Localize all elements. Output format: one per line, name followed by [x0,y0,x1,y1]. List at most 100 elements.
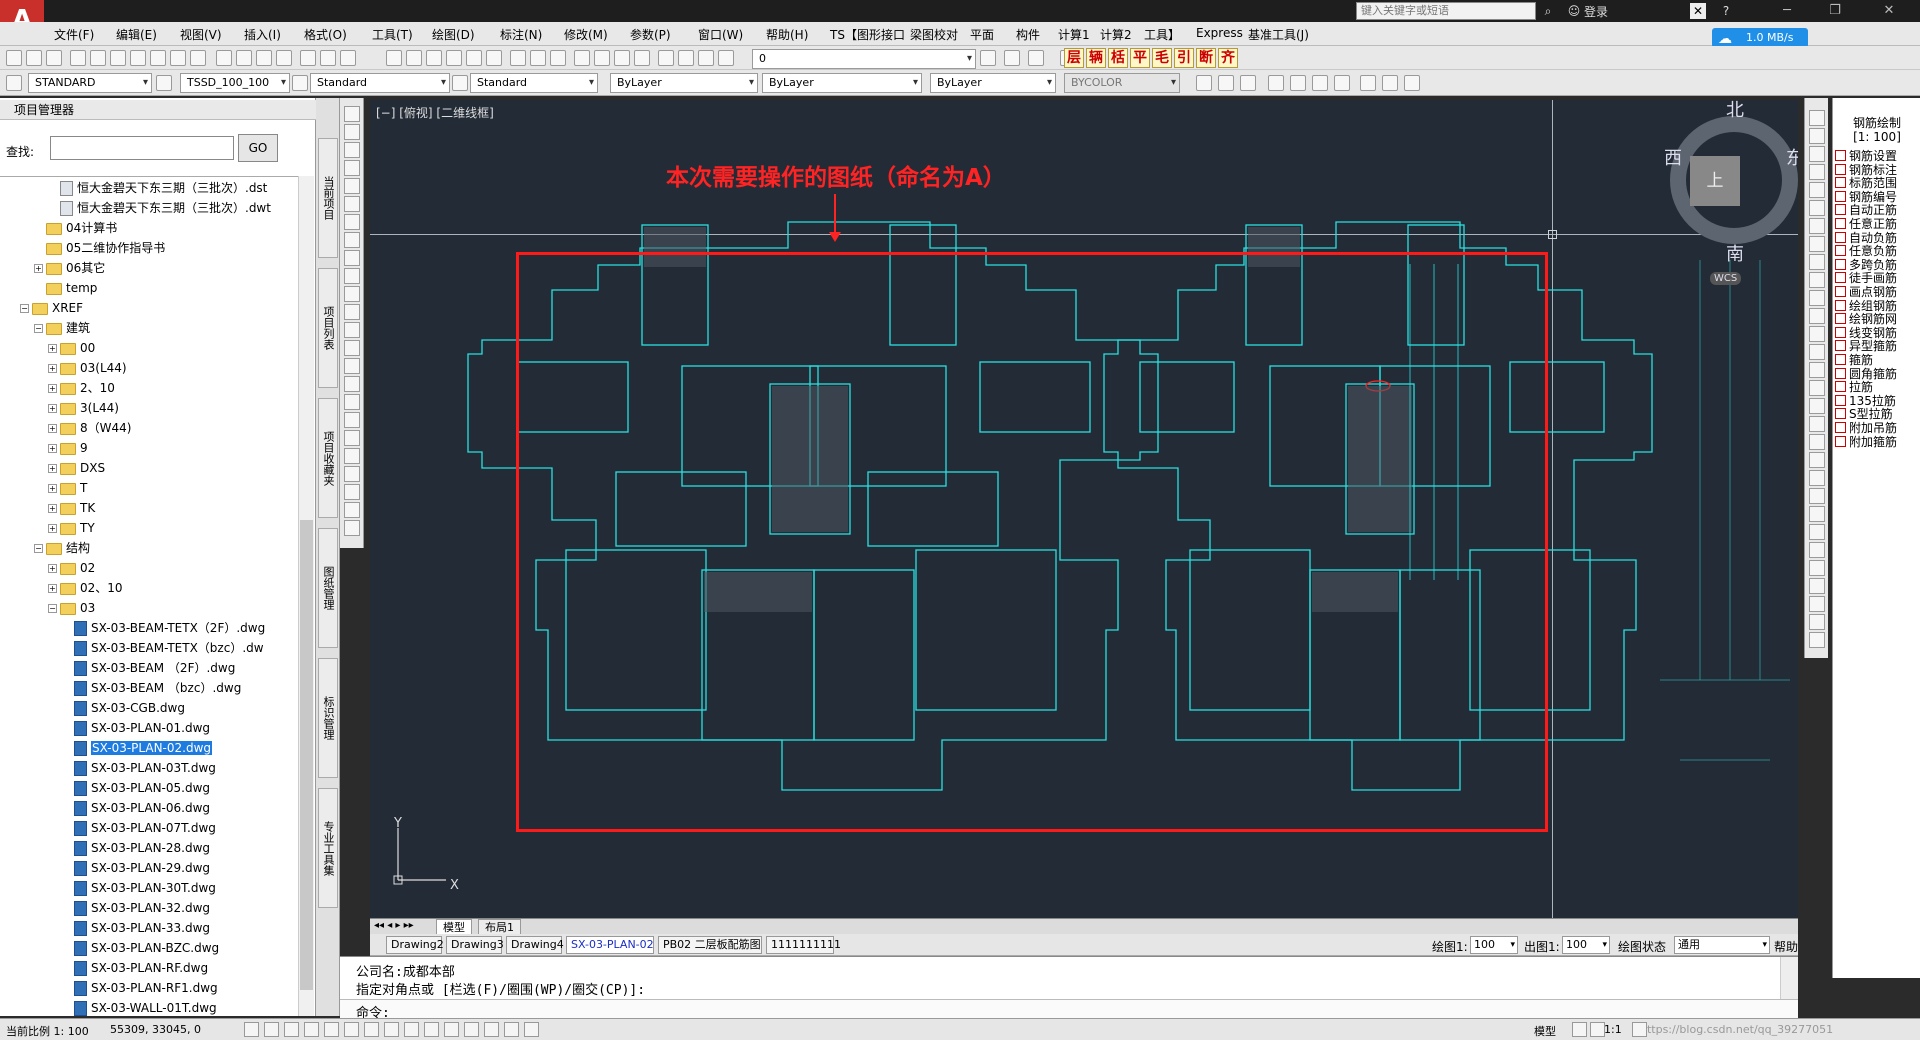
toolbar1-tool-6-icon[interactable] [130,50,146,66]
draw-tool-19-icon[interactable] [344,448,360,464]
tree-item[interactable]: SX-03-PLAN-RF1.dwg [62,979,218,997]
menu-item-7[interactable]: 标注(N) [500,26,542,43]
draw-tool-0-icon[interactable] [344,106,360,122]
vertical-tab-1[interactable]: 项目列表 [318,268,338,388]
draw-tool-8-icon[interactable] [344,250,360,266]
tssd-button-6[interactable]: 断 [1196,48,1216,68]
tree-item[interactable]: temp [34,279,97,297]
tree-expander-icon[interactable]: − [34,324,43,333]
menu-item-10[interactable]: 窗口(W) [698,26,743,43]
draw-tool-10-icon[interactable] [344,286,360,302]
rebar-item-14[interactable]: 异型箍筋 [1835,340,1919,353]
toolbar2-tool-7-icon[interactable] [1360,75,1376,91]
multileader-style-dropdown[interactable]: Standard [470,73,598,93]
help-icon[interactable]: ? [1718,3,1734,19]
menu-item-5[interactable]: 工具(T) [372,26,413,43]
close-button[interactable]: ✕ [1866,0,1912,22]
toolbar1-tool-4-icon[interactable] [90,50,106,66]
tree-item[interactable]: − XREF [20,299,83,317]
toolbar1-tool-32-icon[interactable] [698,50,714,66]
draw-tool-12-icon[interactable] [344,322,360,338]
draw-tool-16-icon[interactable] [344,394,360,410]
toolbar1-tool-11-icon[interactable] [236,50,252,66]
toolbar1-tool-10-icon[interactable] [216,50,232,66]
tree-item[interactable]: +03(L44) [48,359,127,377]
tree-item[interactable]: + TK [48,499,95,517]
status-toggle-13-icon[interactable] [504,1022,519,1037]
tssd-button-2[interactable]: 栝 [1108,48,1128,68]
tree-expander-icon[interactable]: + [48,344,57,353]
toolbar1-tool-3-icon[interactable] [70,50,86,66]
rebar-item-1[interactable]: 钢筋标注 [1835,163,1919,177]
drawing-tab-1[interactable]: Drawing3 [446,936,504,954]
linetype-dropdown[interactable]: ByLayer [762,73,922,93]
vertical-tab-2[interactable]: 项目收藏夹 [318,398,338,518]
help-link[interactable]: 帮助 [1774,938,1798,955]
vertical-tab-0[interactable]: 当前项目 [318,138,338,258]
tree-expander-icon[interactable]: + [48,524,57,533]
menu-item-0[interactable]: 文件(F) [54,26,94,43]
status-toggle-7-icon[interactable] [384,1022,399,1037]
toolbar1-tool-14-icon[interactable] [300,50,316,66]
draw-tool-22-icon[interactable] [344,502,360,518]
rebar-item-15[interactable]: 箍筋 [1835,354,1919,367]
modify-tool-29-icon[interactable] [1809,632,1825,648]
rebar-item-2[interactable]: 标筋范围 [1835,177,1919,190]
layout-nav-arrows[interactable]: ◂◂ ◂ ▸ ▸▸ [374,920,414,931]
status-toggle-10-icon[interactable] [444,1022,459,1037]
toolbar1-tool-7-icon[interactable] [150,50,166,66]
modify-tool-23-icon[interactable] [1809,524,1825,540]
rebar-item-13[interactable]: 线变钢筋 [1835,326,1919,340]
modify-tool-28-icon[interactable] [1809,614,1825,630]
tree-item[interactable]: SX-03-PLAN-32.dwg [62,899,210,917]
tree-item[interactable]: + T [48,479,87,497]
rebar-item-9[interactable]: 徒手画筋 [1835,272,1919,285]
toolbar1-tool-25-icon[interactable] [550,50,566,66]
modify-tool-10-icon[interactable] [1809,290,1825,306]
scale2-select[interactable]: 100 [1562,936,1610,954]
style-tool-3-icon[interactable] [452,75,468,91]
annotation-scale[interactable]: 1:1 [1604,1023,1622,1036]
tssd-button-3[interactable]: 平 [1130,48,1150,68]
tree-item[interactable]: SX-03-BEAM-TETX（2F）.dwg [62,619,265,637]
toolbar2-tool-6-icon[interactable] [1334,75,1350,91]
toolbar1-tool-12-icon[interactable] [256,50,272,66]
tree-item[interactable]: SX-03-PLAN-BZC.dwg [62,939,219,957]
status-right-2-icon[interactable] [1632,1022,1647,1037]
modify-tool-21-icon[interactable] [1809,488,1825,504]
drawing-tab-0[interactable]: Drawing2 [386,936,444,954]
tree-item[interactable]: 恒大金碧天下东三期（三批次）.dwt [48,199,271,217]
draw-tool-9-icon[interactable] [344,268,360,284]
rebar-item-5[interactable]: 任意正筋 [1835,218,1919,231]
menu-item-3[interactable]: 插入(I) [244,26,281,43]
tree-item[interactable]: SX-03-PLAN-03T.dwg [62,759,216,777]
toolbar2-tool-1-icon[interactable] [1218,75,1234,91]
modify-tool-18-icon[interactable] [1809,434,1825,450]
tree-expander-icon[interactable]: + [48,504,57,513]
tree-item[interactable]: SX-03-PLAN-07T.dwg [62,819,216,837]
toolbar1-tool-21-icon[interactable] [466,50,482,66]
command-input[interactable]: 命令: [340,999,1798,1021]
draw-tool-3-icon[interactable] [344,160,360,176]
toolbar1-tool-15-icon[interactable] [320,50,336,66]
tree-item[interactable]: +02 [48,559,95,577]
toolbar2-tool-3-icon[interactable] [1268,75,1284,91]
menu-item-18[interactable]: 工具】 [1144,26,1180,43]
modify-tool-13-icon[interactable] [1809,344,1825,360]
tree-item[interactable]: − 结构 [34,539,90,557]
tab-model[interactable]: 模型 [436,919,472,935]
tree-item[interactable]: +8（W44) [48,419,131,437]
toolbar1-tool-20-icon[interactable] [446,50,462,66]
draw-tool-2-icon[interactable] [344,142,360,158]
exchange-icon[interactable]: ✕ [1690,3,1706,19]
compass-north[interactable]: 北 [1726,100,1744,122]
menu-item-6[interactable]: 绘图(D) [432,26,475,43]
restore-button[interactable]: ❐ [1812,0,1858,22]
toolbar2-tool-2-icon[interactable] [1240,75,1256,91]
scrollbar-thumb[interactable] [300,520,313,990]
status-toggle-5-icon[interactable] [344,1022,359,1037]
draw-tool-18-icon[interactable] [344,430,360,446]
toolbar2-tool-9-icon[interactable] [1404,75,1420,91]
draw-tool-11-icon[interactable] [344,304,360,320]
tree-item[interactable]: SX-03-PLAN-RF.dwg [62,959,208,977]
